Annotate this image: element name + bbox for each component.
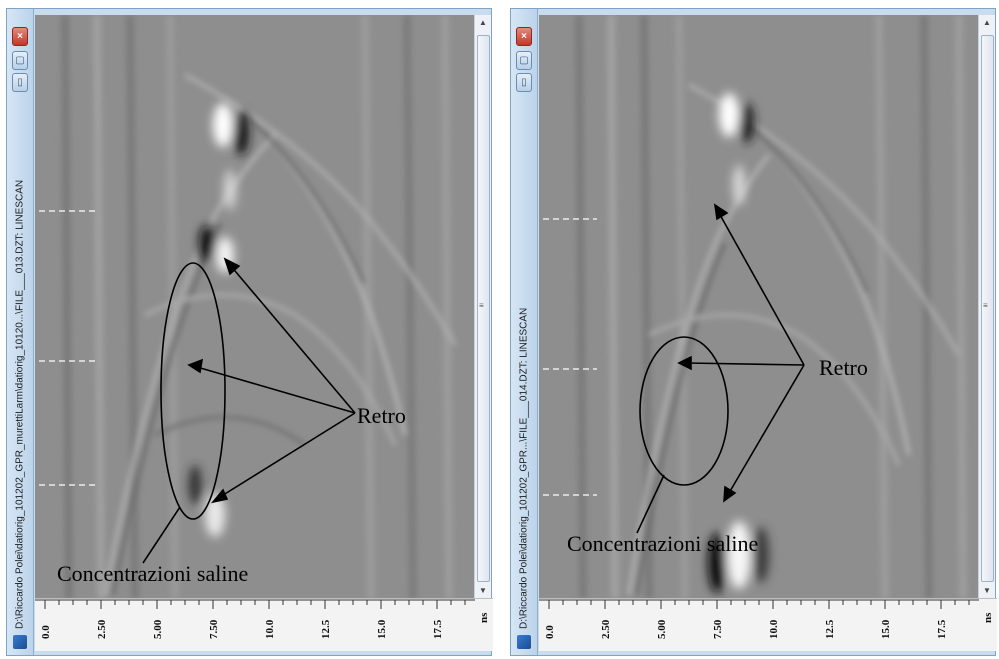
restore-button[interactable]: ▢ <box>12 51 28 70</box>
window-title: D:\Riccardo Polei\datiorig_101202_GPR...… <box>514 109 534 629</box>
minimize-button[interactable]: ▯ <box>12 73 28 92</box>
ruler-ticks <box>548 600 970 609</box>
app-icon <box>517 635 531 649</box>
tick-label: 15.0 <box>376 619 388 639</box>
radargram-plot[interactable]: Retro Concentrazioni saline <box>539 15 981 599</box>
linescan-window-left: × ▢ ▯ D:\Riccardo Polei\datiorig_101202_… <box>6 8 493 656</box>
depth-ruler-svg: 0.0 2.50 5.00 7.50 10.0 12.5 15.0 17.5 n… <box>35 599 490 639</box>
close-button[interactable]: × <box>516 27 532 46</box>
tick-label: 17.5 <box>936 619 948 639</box>
annotation-concentrazioni-saline: Concentrazioni saline <box>567 531 758 556</box>
tick-label: 12.5 <box>824 619 836 639</box>
unit-label: ns <box>478 612 490 623</box>
radargram-plot[interactable]: Retro Concentrazioni saline <box>35 15 477 599</box>
vertical-scrollbar[interactable]: ▲ ≡ ▼ <box>978 15 995 599</box>
tick-label: 10.0 <box>264 619 276 639</box>
scroll-grip-icon: ≡ <box>983 301 988 310</box>
radargram-image: Retro Concentrazioni saline <box>35 15 477 599</box>
tick-label: 12.5 <box>320 619 332 639</box>
unit-label: ns <box>982 612 994 623</box>
tick-label: 7.50 <box>712 619 724 639</box>
window-title: D:\Riccardo Polei\datiorig_101202_GPR_mu… <box>10 109 30 629</box>
scroll-down-arrow-icon[interactable]: ▼ <box>475 583 491 599</box>
scroll-up-arrow-icon[interactable]: ▲ <box>979 15 995 31</box>
depth-ruler: 0.0 2.50 5.00 7.50 10.0 12.5 15.0 17.5 n… <box>35 598 493 651</box>
depth-ruler-svg: 0.0 2.50 5.00 7.50 10.0 12.5 15.0 17.5 n… <box>539 599 994 639</box>
minimize-button[interactable]: ▯ <box>516 73 532 92</box>
tick-label: 15.0 <box>880 619 892 639</box>
tick-label: 5.00 <box>152 619 164 639</box>
annotation-retro: Retro <box>819 355 868 380</box>
restore-button[interactable]: ▢ <box>516 51 532 70</box>
window-title-text: D:\Riccardo Polei\datiorig_101202_GPR_mu… <box>14 179 26 629</box>
app-icon <box>13 635 27 649</box>
scroll-grip-icon: ≡ <box>479 301 484 310</box>
tick-label: 5.00 <box>656 619 668 639</box>
tick-label: 0.0 <box>40 625 52 639</box>
radargram-image: Retro Concentrazioni saline <box>539 15 981 599</box>
tick-label: 2.50 <box>600 619 612 639</box>
tick-label: 0.0 <box>544 625 556 639</box>
window-title-bar[interactable]: × ▢ ▯ D:\Riccardo Polei\datiorig_101202_… <box>511 9 538 655</box>
scroll-up-arrow-icon[interactable]: ▲ <box>475 15 491 31</box>
window-title-bar[interactable]: × ▢ ▯ D:\Riccardo Polei\datiorig_101202_… <box>7 9 34 655</box>
close-button[interactable]: × <box>12 27 28 46</box>
tick-label: 2.50 <box>96 619 108 639</box>
tick-label: 10.0 <box>768 619 780 639</box>
annotation-concentrazioni-saline: Concentrazioni saline <box>57 561 248 586</box>
scroll-down-arrow-icon[interactable]: ▼ <box>979 583 995 599</box>
ruler-ticks <box>44 600 466 609</box>
depth-ruler: 0.0 2.50 5.00 7.50 10.0 12.5 15.0 17.5 n… <box>539 598 997 651</box>
tick-label: 17.5 <box>432 619 444 639</box>
annotation-retro: Retro <box>357 403 406 428</box>
vertical-scrollbar[interactable]: ▲ ≡ ▼ <box>474 15 491 599</box>
linescan-window-right: × ▢ ▯ D:\Riccardo Polei\datiorig_101202_… <box>510 8 997 656</box>
tick-label: 7.50 <box>208 619 220 639</box>
window-title-text: D:\Riccardo Polei\datiorig_101202_GPR...… <box>518 307 530 629</box>
